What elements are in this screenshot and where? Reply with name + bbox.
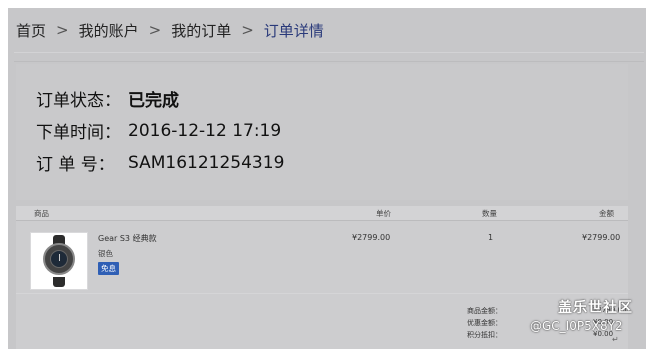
product-image[interactable] [30,232,88,290]
breadcrumb: 首页 > 我的账户 > 我的订单 > 订单详情 [16,20,324,40]
order-number-label: 订 单 号： [36,155,115,175]
divider [14,52,644,53]
divider [16,293,628,294]
breadcrumb-my-orders-link[interactable]: 我的订单 [171,20,231,41]
breadcrumb-current: 订单详情 [263,21,324,40]
order-status-value: 已完成 [128,91,179,111]
column-header-price: 单价 [376,209,391,218]
product-quantity: 1 [488,233,494,242]
watch-face [50,250,68,268]
watch-case [43,243,75,275]
breadcrumb-separator: > [56,21,69,39]
order-status-row: 订单状态： 已完成 [36,86,179,111]
summary-label: 商品金额： [467,307,502,315]
breadcrumb-separator: > [241,21,254,39]
product-price: ¥2799.00 [352,233,391,242]
divider [14,61,644,62]
product-name-link[interactable]: Gear S3 经典款 [98,233,157,244]
column-header-product: 商品 [34,209,49,218]
order-time-label: 下单时间： [36,123,121,143]
table-row: Gear S3 经典款 银色 免息 ¥2799.00 1 ¥2799.00 [16,222,628,292]
column-header-quantity: 数量 [482,209,497,218]
return-arrow-icon: ↵ [612,335,619,344]
order-number-row: 订 单 号： SAM16121254319 [36,150,285,176]
summary-label: 积分抵扣： [467,331,502,339]
order-status-label: 订单状态： [36,91,121,111]
table-header: 商品 单价 数量 金额 [16,206,628,221]
watch-strap-bottom [53,277,65,287]
watermark-brand: 盖乐世社区 [558,300,633,316]
product-amount: ¥2799.00 [582,233,621,242]
product-color: 银色 [98,249,113,258]
order-info-card: 订单状态： 已完成 下单时间： 2016-12-12 17:19 订 单 号： … [16,64,628,200]
order-time-row: 下单时间： 2016-12-12 17:19 [36,118,282,144]
interest-free-badge: 免息 [98,262,119,275]
breadcrumb-my-account-link[interactable]: 我的账户 [79,20,139,41]
summary-label: 优惠金额： [467,319,502,327]
column-header-amount: 金额 [599,209,614,218]
watermark-username: @GC_I0P5X8Y2 [530,319,623,333]
breadcrumb-home-link[interactable]: 首页 [16,20,46,41]
watch-hand [59,254,60,261]
breadcrumb-separator: > [148,21,162,39]
order-number-value: SAM16121254319 [128,152,285,173]
order-time-value: 2016-12-12 17:19 [128,120,282,141]
